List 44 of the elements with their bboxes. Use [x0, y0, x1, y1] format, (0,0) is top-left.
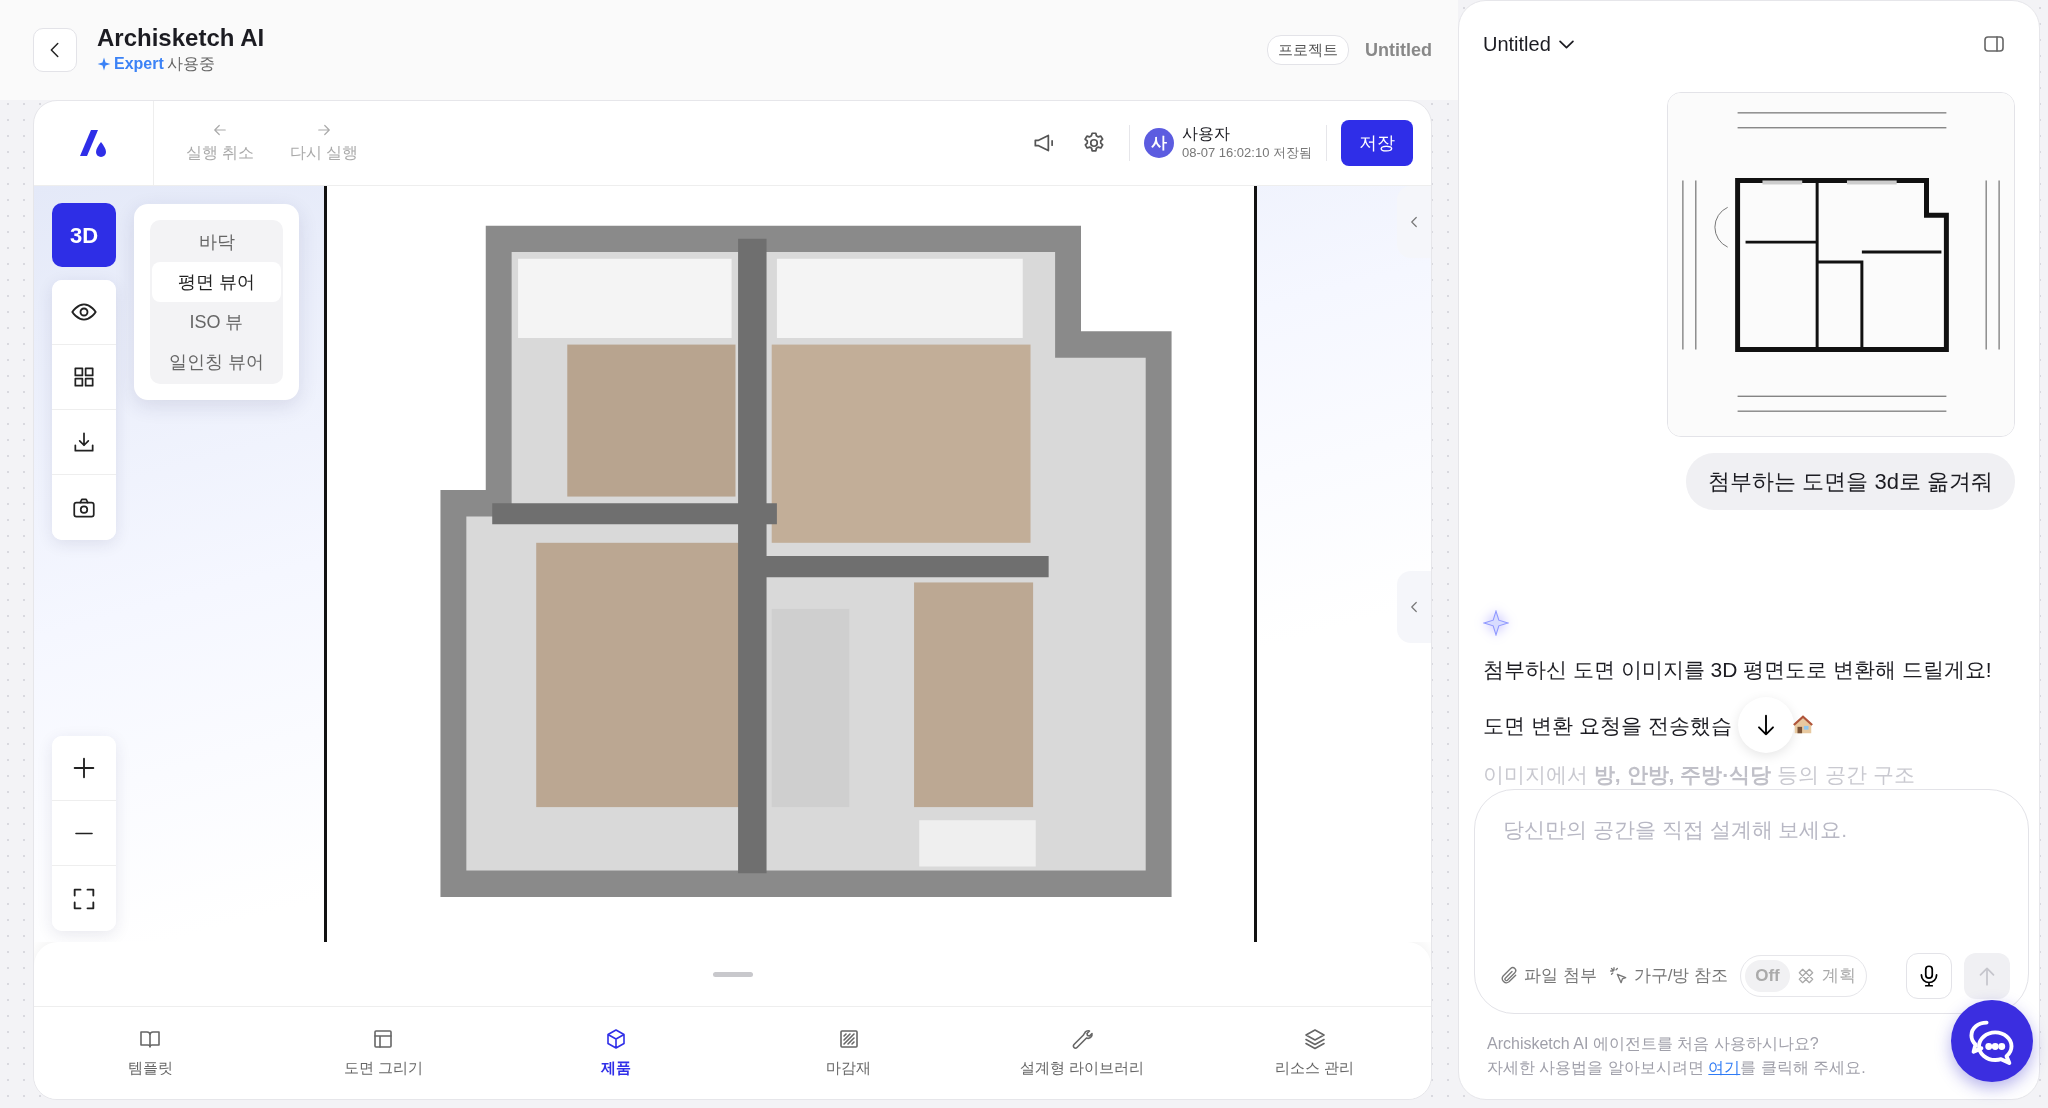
- nav-tab[interactable]: 마감재: [732, 1007, 966, 1099]
- project-label: 프로젝트: [1267, 34, 1349, 66]
- nav-tab[interactable]: 제품: [499, 1007, 733, 1099]
- reference-button[interactable]: 가구/방 참조: [1608, 963, 1729, 989]
- user-avatar: 사: [1143, 128, 1174, 158]
- fullscreen-button[interactable]: [52, 866, 116, 931]
- save-status: 08-07 16:02:10 저장됨: [1181, 143, 1312, 162]
- microphone-button[interactable]: [1906, 952, 1952, 999]
- chat-button[interactable]: [1951, 1000, 2033, 1082]
- drag-handle[interactable]: [712, 971, 753, 977]
- user-name: 사용자: [1181, 123, 1231, 143]
- sparkle-icon: [1483, 609, 1509, 636]
- nav-tab[interactable]: 설계형 라이브러리: [965, 1007, 1199, 1099]
- star-icon: [97, 57, 111, 72]
- save-button[interactable]: 저장: [1341, 120, 1413, 166]
- view-menu-item[interactable]: 일인칭 뷰어: [152, 342, 281, 382]
- nav-tab[interactable]: 도면 그리기: [266, 1007, 500, 1099]
- zoom-out-icon: [74, 831, 94, 835]
- app-title: Archisketch AI: [97, 23, 265, 53]
- help-question: Archisketch AI 에이전트를 처음 사용하시나요?: [1487, 1033, 1820, 1054]
- chat-input[interactable]: 당신만의 공간을 직접 설계해 보세요. 파일 첨부 가구/방 참조 Off 계획: [1474, 789, 2029, 1014]
- visibility-button[interactable]: [52, 280, 116, 345]
- layers-icon: [1302, 1026, 1327, 1051]
- paperclip-icon: [1499, 965, 1519, 986]
- sparkle-cursor-icon: [1608, 965, 1629, 986]
- nav-tab[interactable]: 리소스 관리: [1198, 1007, 1431, 1099]
- camera-button[interactable]: [52, 475, 116, 540]
- assistant-message: 첨부하신 도면 이미지를 3D 평면도로 변환해 드릴게요!: [1483, 656, 1993, 683]
- user-message: 첨부하는 도면을 3d로 옮겨줘: [1686, 452, 2015, 510]
- help-link[interactable]: 여기: [1708, 1058, 1741, 1076]
- assistant-message: 도면 변환 요청을 전송했습: [1483, 712, 1732, 739]
- grid-button[interactable]: [52, 345, 116, 410]
- view-mode-button[interactable]: 3D: [52, 203, 116, 267]
- view-menu-item[interactable]: ISO 뷰: [152, 302, 281, 342]
- chat-title-dropdown[interactable]: Untitled: [1483, 29, 1574, 60]
- view-menu-item[interactable]: 평면 뷰어: [152, 262, 281, 302]
- grid-icon: [71, 364, 97, 390]
- chevron-down-icon: [1558, 39, 1574, 49]
- project-name: Untitled: [1365, 38, 1432, 62]
- plan-status: 사용중: [166, 54, 215, 75]
- view-menu-item[interactable]: 바닥: [152, 222, 281, 262]
- nav-tab[interactable]: 템플릿: [34, 1007, 267, 1099]
- plan-name: Expert: [114, 54, 164, 75]
- attach-file-button[interactable]: 파일 첨부: [1499, 963, 1597, 989]
